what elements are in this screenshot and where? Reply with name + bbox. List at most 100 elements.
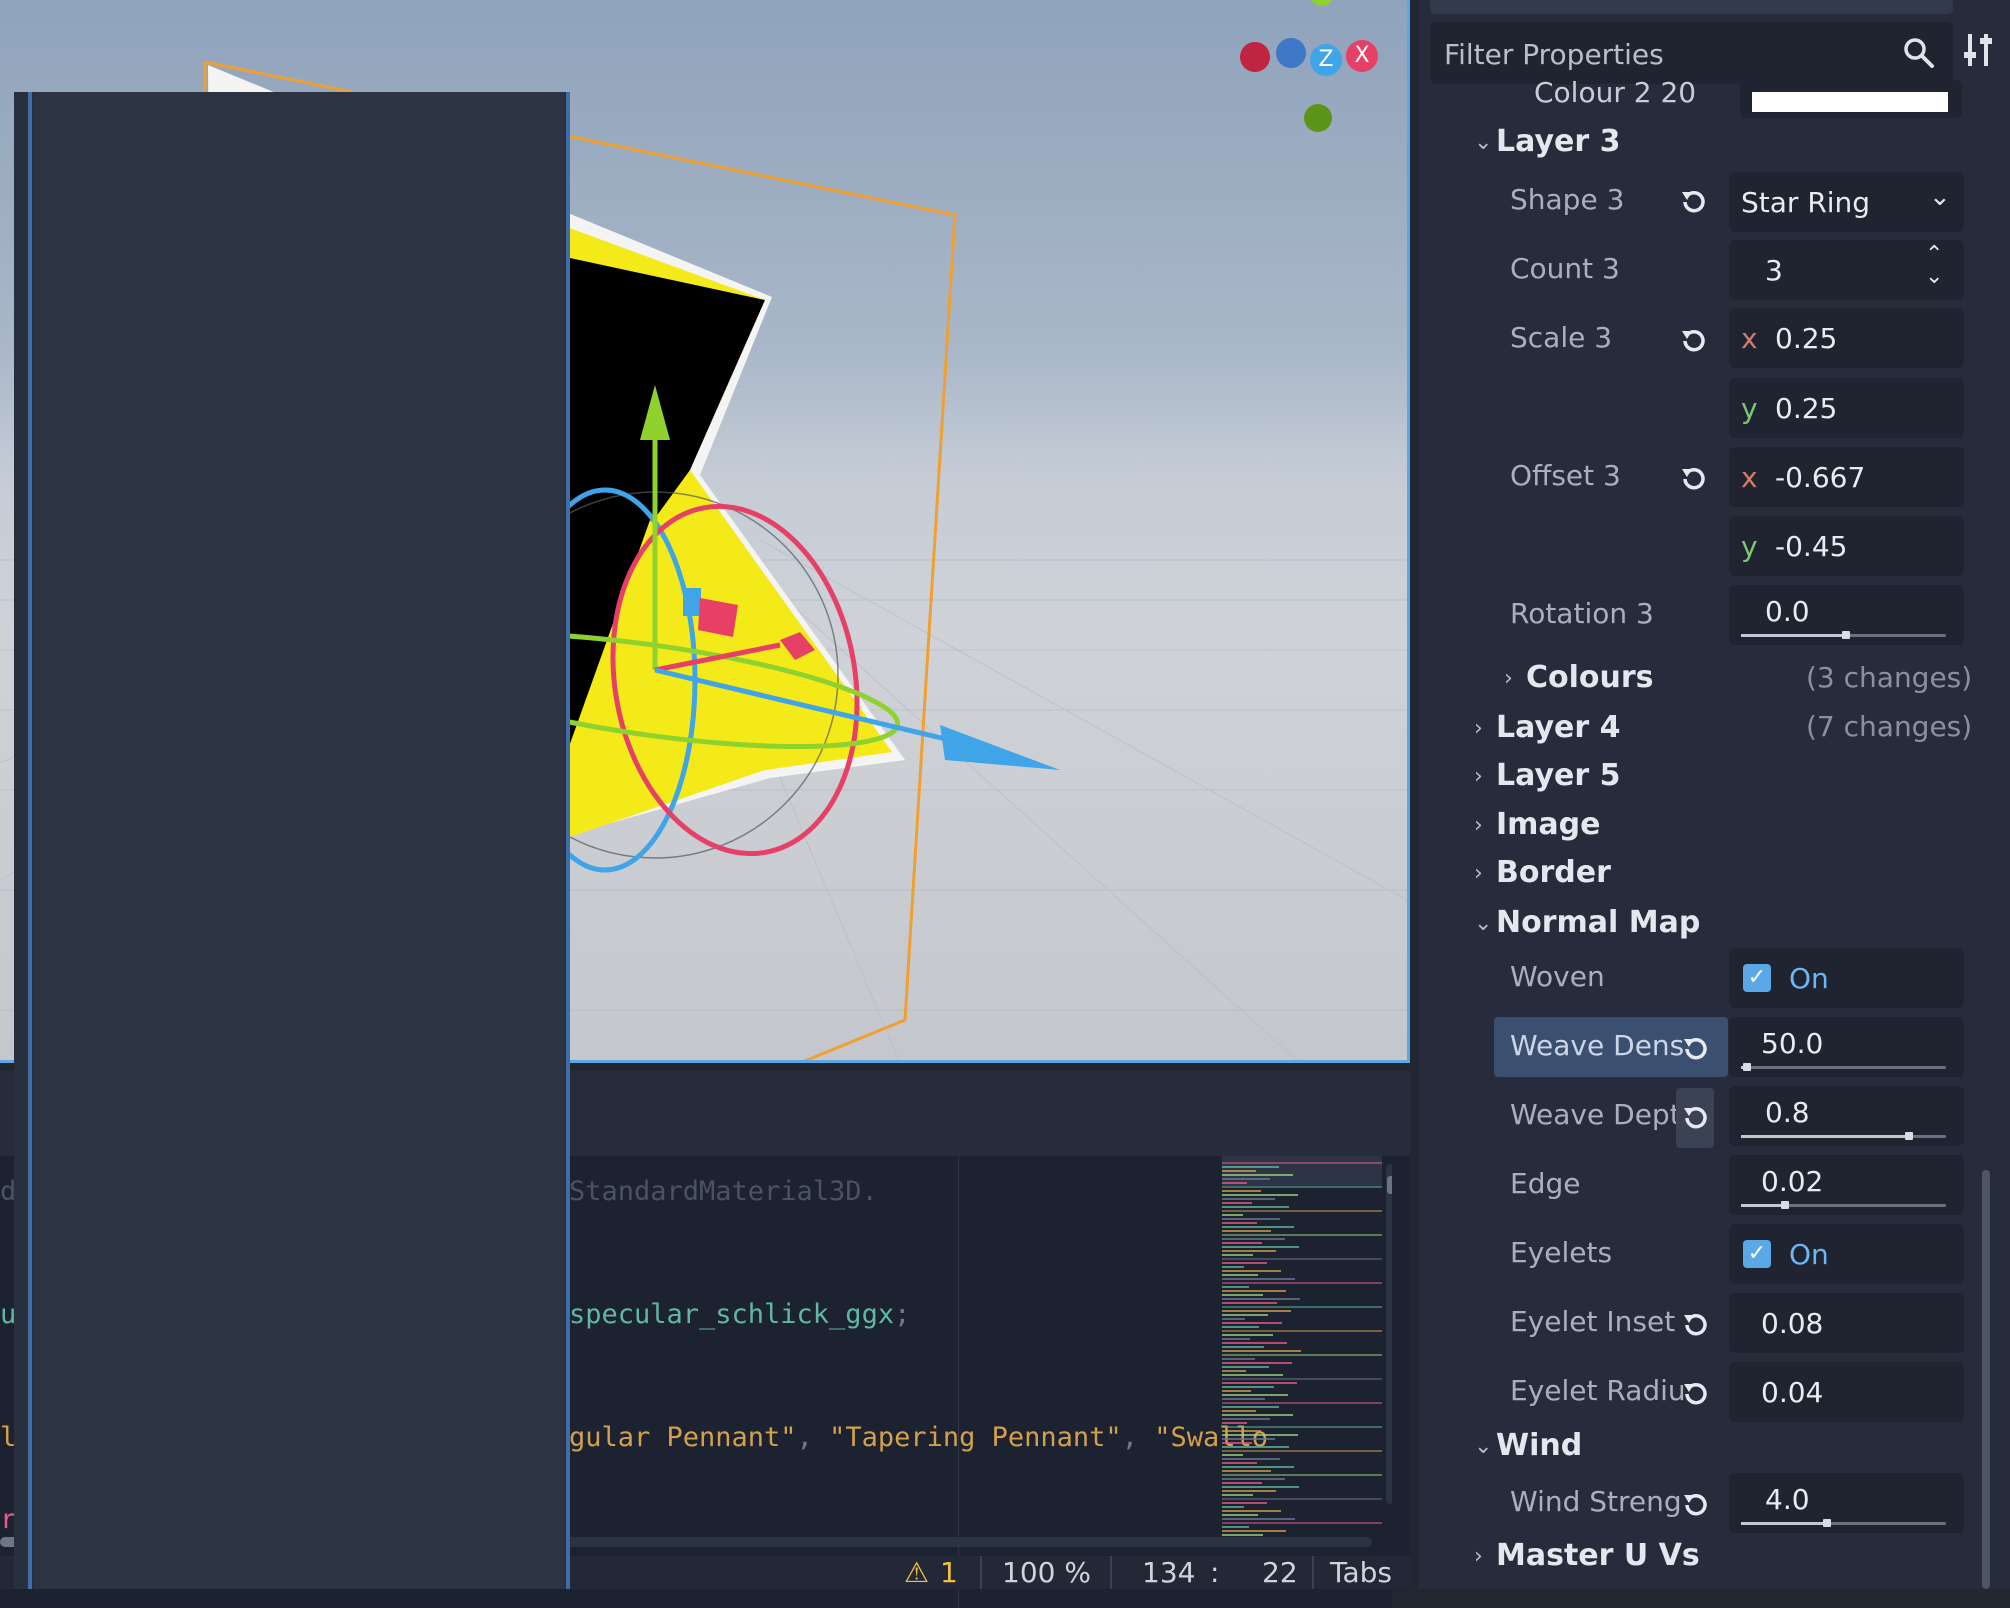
revert-icon[interactable]	[1680, 1102, 1712, 1134]
z-axis-handle[interactable]: Z	[1310, 44, 1342, 76]
filter-properties-box[interactable]	[1430, 22, 1953, 84]
minimap-line	[1222, 1390, 1251, 1392]
eyelet-inset-field[interactable]: 0.08	[1729, 1293, 1964, 1353]
minimap-line	[1222, 1190, 1261, 1192]
minimap-line	[1222, 1422, 1247, 1424]
offset-3-x-field[interactable]: x -0.667	[1729, 447, 1964, 507]
eyelet-radius-field[interactable]: 0.04	[1729, 1362, 1964, 1422]
warning-count[interactable]: 1	[940, 1556, 958, 1589]
section-layer-5[interactable]: › Layer 5	[1474, 758, 1620, 793]
section-colours[interactable]: › Colours	[1504, 660, 1654, 695]
weave-dens-slider[interactable]: 50.0	[1729, 1017, 1964, 1077]
revert-icon[interactable]	[1678, 186, 1710, 218]
section-master-uvs[interactable]: › Master U Vs	[1474, 1538, 1700, 1573]
edge-label: Edge	[1510, 1167, 1581, 1200]
cursor-column: 22	[1262, 1556, 1298, 1589]
scale-3-y-field[interactable]: y 0.25	[1729, 378, 1964, 438]
chevron-right-icon: ›	[1504, 666, 1513, 691]
minimap-line	[1222, 1302, 1277, 1304]
weave-dens-label: Weave Dens	[1510, 1029, 1685, 1062]
minimap-line	[1222, 1454, 1243, 1456]
minimap-line	[1222, 1482, 1262, 1484]
rotation-3-label: Rotation 3	[1510, 597, 1654, 630]
woven-checkbox[interactable]: ✓ On	[1729, 948, 1964, 1008]
inspector-tools-icon[interactable]	[1958, 30, 1998, 70]
indent-mode[interactable]: Tabs	[1330, 1556, 1392, 1589]
code-minimap[interactable]	[1222, 1156, 1382, 1556]
minimap-line	[1222, 1246, 1299, 1248]
section-layer-4[interactable]: › Layer 4	[1474, 710, 1620, 745]
neg-x-axis-handle[interactable]	[1240, 42, 1270, 72]
shape-3-dropdown[interactable]: Star Ring ⌄	[1729, 172, 1964, 232]
minimap-line	[1222, 1354, 1382, 1356]
offset-3-y-field[interactable]: y -0.45	[1729, 516, 1964, 576]
checkmark-icon[interactable]: ✓	[1743, 964, 1771, 992]
minimap-line	[1222, 1206, 1289, 1208]
chevron-right-icon: ›	[1474, 764, 1483, 789]
neg-z-axis-handle[interactable]	[1276, 38, 1306, 68]
count-3-spinbox[interactable]: 3 ⌃ ⌄	[1729, 240, 1964, 300]
checkmark-icon[interactable]: ✓	[1743, 1240, 1771, 1268]
view-axis-gizmo[interactable]: Z X	[1230, 0, 1390, 140]
minimap-line	[1222, 1170, 1256, 1172]
revert-icon[interactable]	[1680, 1489, 1712, 1521]
weave-dept-slider[interactable]: 0.8	[1729, 1086, 1964, 1146]
code-vertical-scrollbar[interactable]	[1386, 1164, 1392, 1504]
section-wind[interactable]: ⌄ Wind	[1474, 1428, 1582, 1463]
minimap-line	[1222, 1406, 1279, 1408]
spin-arrows-icon[interactable]: ⌃ ⌄	[1925, 244, 1943, 288]
code-token: "Tapering Pennant"	[829, 1422, 1122, 1453]
minimap-line	[1222, 1254, 1253, 1256]
woven-label: Woven	[1510, 960, 1605, 993]
revert-icon[interactable]	[1680, 1309, 1712, 1341]
minimap-line	[1222, 1518, 1295, 1520]
scale-3-label: Scale 3	[1510, 321, 1613, 354]
wind-strength-slider[interactable]: 4.0	[1729, 1473, 1964, 1533]
code-token: ;	[894, 1299, 911, 1330]
inspector-scrollbar[interactable]	[1982, 1170, 1990, 1589]
revert-icon[interactable]	[1680, 1033, 1712, 1065]
warning-icon[interactable]: ⚠	[904, 1556, 929, 1589]
search-icon[interactable]	[1902, 36, 1936, 70]
x-axis-handle[interactable]: X	[1346, 40, 1378, 72]
section-title: Wind	[1496, 1428, 1583, 1463]
offset-3-y-value: -0.45	[1775, 530, 1848, 563]
minimap-line	[1222, 1182, 1247, 1184]
minimap-line	[1222, 1526, 1249, 1528]
section-border[interactable]: › Border	[1474, 855, 1611, 890]
minimap-line	[1222, 1314, 1268, 1316]
colour-2-20-field[interactable]	[1740, 80, 1962, 118]
eyelet-inset-label: Eyelet Inset	[1510, 1305, 1676, 1338]
minimap-line	[1222, 1534, 1263, 1536]
zoom-level[interactable]: 100 %	[1002, 1556, 1091, 1589]
minimap-line	[1222, 1306, 1382, 1308]
revert-icon[interactable]	[1678, 325, 1710, 357]
cursor-separator: :	[1210, 1556, 1220, 1589]
minimap-line	[1222, 1510, 1281, 1512]
section-normal-map[interactable]: ⌄ Normal Map	[1474, 905, 1700, 940]
chevron-right-icon: ›	[1474, 813, 1483, 838]
minimap-line	[1222, 1458, 1280, 1460]
minimap-line	[1222, 1402, 1382, 1404]
section-layer-3[interactable]: ⌄ Layer 3	[1474, 124, 1620, 159]
y-axis-label: y	[1741, 530, 1758, 563]
filter-properties-input[interactable]	[1442, 30, 1886, 78]
eyelet-radius-value: 0.04	[1761, 1376, 1824, 1409]
section-image[interactable]: › Image	[1474, 807, 1601, 842]
scale-3-x-field[interactable]: x 0.25	[1729, 308, 1964, 368]
y-axis-handle[interactable]	[1310, 0, 1334, 6]
edge-slider[interactable]: 0.02	[1729, 1155, 1964, 1215]
minimap-line	[1222, 1178, 1270, 1180]
minimap-line	[1222, 1366, 1269, 1368]
minimap-line	[1222, 1374, 1283, 1376]
revert-icon[interactable]	[1680, 1378, 1712, 1410]
minimap-line	[1222, 1470, 1271, 1472]
neg-y-axis-handle[interactable]	[1304, 104, 1332, 132]
colour-swatch[interactable]	[1752, 92, 1948, 112]
minimap-line	[1222, 1338, 1250, 1340]
minimap-line	[1222, 1198, 1275, 1200]
minimap-line	[1222, 1478, 1285, 1480]
revert-icon[interactable]	[1678, 463, 1710, 495]
eyelets-checkbox[interactable]: ✓ On	[1729, 1224, 1964, 1284]
rotation-3-slider[interactable]: 0.0	[1729, 585, 1964, 645]
